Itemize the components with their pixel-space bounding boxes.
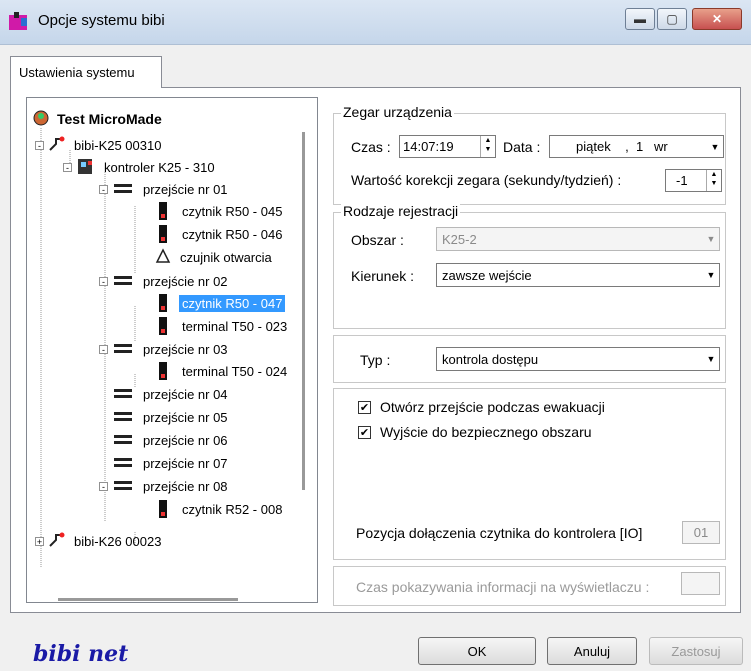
time-label: Czas : <box>351 139 391 155</box>
expander[interactable]: - <box>63 162 72 172</box>
correction-input[interactable]: -1 ▲ ▼ <box>665 169 722 192</box>
chevron-down-icon: ▼ <box>706 234 716 244</box>
tree-item[interactable]: czytnik R50 - 047 <box>153 292 286 314</box>
evacuation-label: Otwórz przejście podczas ewakuacji <box>380 399 605 415</box>
tree-item[interactable]: przejście nr 04 <box>112 383 231 405</box>
gate-icon <box>112 433 134 447</box>
direction-label: Kierunek : <box>351 268 415 284</box>
expander[interactable]: - <box>35 140 44 150</box>
time-spinner[interactable]: ▲ ▼ <box>480 136 495 157</box>
gate-icon <box>112 342 134 356</box>
tree-item[interactable]: przejście nr 07 <box>112 452 231 474</box>
tree-item[interactable]: - przejście nr 03 <box>99 338 231 360</box>
tree-item[interactable]: + bibi-K26 00023 <box>35 530 164 552</box>
tab-system-settings[interactable]: Ustawienia systemu <box>10 56 162 88</box>
maximize-icon: ▢ <box>666 12 678 26</box>
network-icon <box>48 531 66 552</box>
tree-item[interactable]: - kontroler K25 - 310 <box>63 156 218 178</box>
date-input[interactable]: piątek , 1 wr ▼ <box>549 135 724 158</box>
title-bar: Opcje systemu bibi ▬ ▢ ✕ <box>0 0 751 45</box>
reader-icon <box>159 202 167 220</box>
expander[interactable]: - <box>99 184 108 194</box>
tree-item[interactable]: - przejście nr 08 <box>99 475 231 497</box>
area-label: Obszar : <box>351 232 404 248</box>
tree-item[interactable]: czytnik R50 - 045 <box>153 200 285 222</box>
network-icon <box>48 135 66 156</box>
correction-label: Wartość korekcji zegara (sekundy/tydzień… <box>351 172 622 188</box>
type-select[interactable]: kontrola dostępu ▼ <box>436 347 720 371</box>
selected-item-label: czytnik R50 - 047 <box>179 294 286 312</box>
expander[interactable]: - <box>99 481 108 491</box>
gate-icon <box>112 387 134 401</box>
bibi-net-logo: bibi net <box>33 641 129 667</box>
tree-item[interactable]: terminal T50 - 024 <box>153 360 290 382</box>
tab-label: Ustawienia systemu <box>19 65 135 80</box>
chevron-down-icon[interactable]: ▼ <box>707 136 723 157</box>
app-icon <box>8 12 30 32</box>
registration-legend: Rodzaje rejestracji <box>341 203 461 219</box>
reader-icon <box>159 294 167 312</box>
tree-item[interactable]: czytnik R50 - 046 <box>153 223 285 245</box>
position-label: Pozycja dołączenia czytnika do kontroler… <box>356 525 643 541</box>
tree-item[interactable]: - bibi-K25 00310 <box>35 134 164 156</box>
window-title: Opcje systemu bibi <box>38 12 165 29</box>
close-button[interactable]: ✕ <box>692 8 742 30</box>
expander[interactable]: - <box>99 276 108 286</box>
close-icon: ✕ <box>711 12 723 26</box>
display-time-input <box>681 572 720 595</box>
safe-area-checkbox[interactable]: ✔ <box>358 426 371 439</box>
chevron-down-icon[interactable]: ▼ <box>703 348 719 370</box>
clock-legend: Zegar urządzenia <box>341 104 454 120</box>
chevron-down-icon[interactable]: ▼ <box>703 264 719 286</box>
direction-select[interactable]: zawsze wejście ▼ <box>436 263 720 287</box>
gate-icon <box>112 410 134 424</box>
expander[interactable]: - <box>99 344 108 354</box>
reader-icon <box>159 362 167 380</box>
minimize-button[interactable]: ▬ <box>625 8 655 30</box>
type-label: Typ : <box>360 352 391 368</box>
expander[interactable]: + <box>35 536 44 546</box>
reader-icon <box>159 500 167 518</box>
bell-icon <box>155 247 171 267</box>
time-input[interactable]: 14:07:19 ▲ ▼ <box>399 135 496 158</box>
tree-horizontal-scrollbar[interactable] <box>58 598 238 601</box>
device-tree[interactable]: Test MicroMade - bibi-K25 00310 - kontrole… <box>26 97 318 603</box>
tree-item[interactable]: czytnik R52 - 008 <box>153 498 285 520</box>
apply-button: Zastosuj <box>649 637 743 665</box>
tree-vertical-scrollbar[interactable] <box>302 132 305 490</box>
area-select: K25-2 ▼ <box>436 227 720 251</box>
tree-item[interactable]: czujnik otwarcia <box>153 246 275 268</box>
gate-icon <box>112 274 134 288</box>
cancel-button[interactable]: Anuluj <box>547 637 637 665</box>
tree-item[interactable]: - przejście nr 02 <box>99 270 231 292</box>
safe-area-label: Wyjście do bezpiecznego obszaru <box>380 424 592 440</box>
maximize-button[interactable]: ▢ <box>657 8 687 30</box>
gate-icon <box>112 182 134 196</box>
position-input: 01 <box>682 521 720 544</box>
controller-icon <box>76 156 96 179</box>
tree-item[interactable]: przejście nr 06 <box>112 429 231 451</box>
tree-item[interactable]: - przejście nr 01 <box>99 178 231 200</box>
gate-icon <box>112 456 134 470</box>
gate-icon <box>112 479 134 493</box>
display-time-label: Czas pokazywania informacji na wyświetla… <box>356 579 650 595</box>
reader-icon <box>159 317 167 335</box>
date-label: Data : <box>503 139 541 155</box>
evacuation-checkbox[interactable]: ✔ <box>358 401 371 414</box>
reader-icon <box>159 225 167 243</box>
tree-item[interactable]: przejście nr 05 <box>112 406 231 428</box>
tree-item[interactable]: terminal T50 - 023 <box>153 315 290 337</box>
ok-button[interactable]: OK <box>418 637 536 665</box>
correction-spinner[interactable]: ▲ ▼ <box>706 170 721 191</box>
minimize-icon: ▬ <box>634 12 646 26</box>
